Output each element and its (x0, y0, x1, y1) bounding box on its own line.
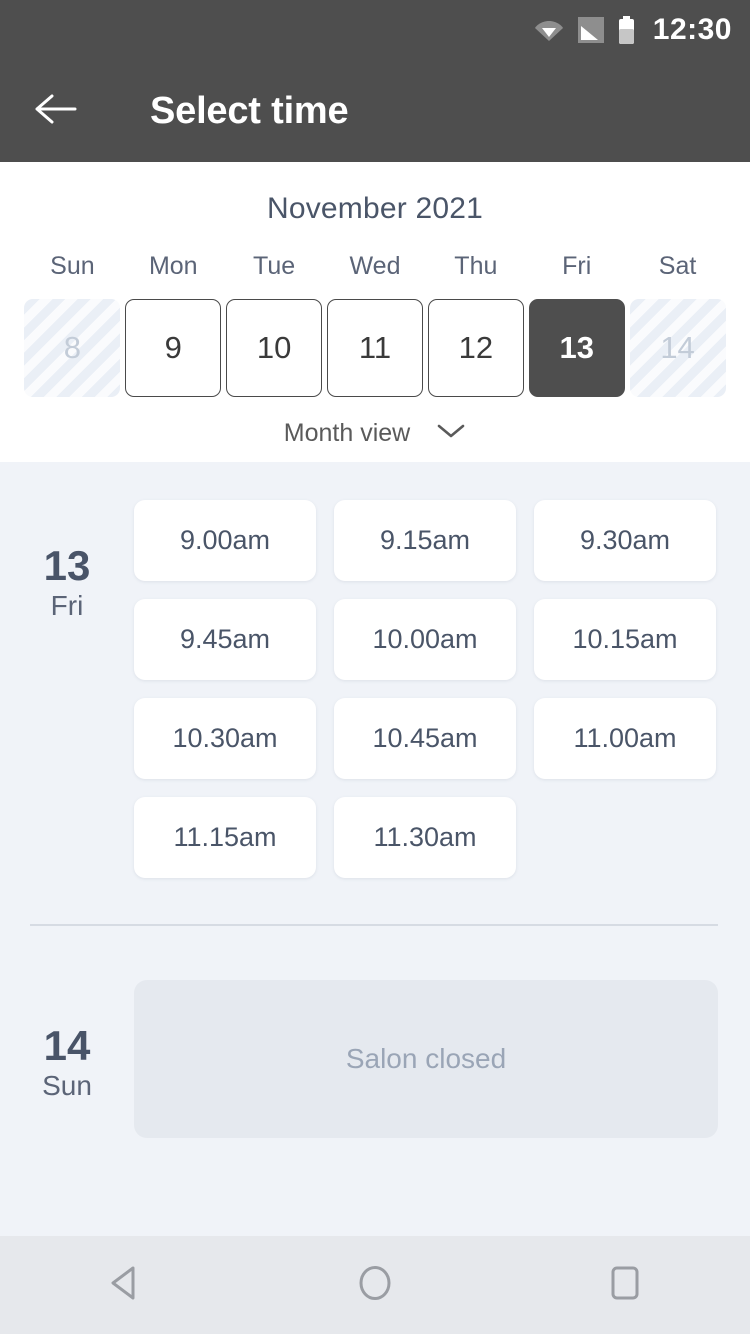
time-slot[interactable]: 9.45am (134, 599, 316, 680)
time-slot[interactable]: 11.15am (134, 797, 316, 878)
calendar-day-9[interactable]: 9 (125, 299, 222, 397)
day-group-14: 14 Sun Salon closed (0, 926, 750, 1138)
calendar-day-11[interactable]: 11 (326, 299, 423, 397)
time-slot[interactable]: 10.30am (134, 698, 316, 779)
nav-home-button[interactable] (320, 1236, 430, 1334)
status-clock: 12:30 (652, 13, 732, 46)
weekday-label: Tue (253, 252, 296, 280)
android-nav-bar (0, 1236, 750, 1334)
nav-back-button[interactable] (70, 1236, 180, 1334)
recents-square-icon (607, 1263, 643, 1308)
app-bar: Select time (0, 60, 750, 162)
day-label-number: 13 (43, 542, 91, 589)
phone-screen: 12:30 Select time November 2021 Sun Mon … (0, 0, 750, 1334)
month-view-toggle[interactable]: Month view (0, 419, 750, 448)
home-circle-icon (355, 1263, 395, 1308)
day-label-weekday: Sun (42, 1070, 92, 1102)
back-button[interactable] (30, 85, 82, 137)
weekday-label: Fri (562, 252, 592, 280)
back-triangle-icon (107, 1264, 143, 1307)
wifi-icon (534, 18, 564, 42)
weekday-label: Sat (658, 252, 697, 280)
day-label-14: 14 Sun (0, 980, 134, 1138)
time-slot[interactable]: 10.00am (334, 599, 516, 680)
weekday-label: Mon (148, 252, 198, 280)
day-label-weekday: Fri (50, 590, 84, 622)
weekday-label: Sun (50, 252, 95, 280)
page-title: Select time (150, 89, 349, 132)
weekday-label: Wed (349, 252, 401, 280)
day-label-13: 13 Fri (0, 500, 134, 878)
time-slot[interactable]: 11.30am (334, 797, 516, 878)
calendar-day-10[interactable]: 10 (226, 299, 323, 397)
weekday-label: Thu (454, 252, 498, 280)
battery-icon (618, 16, 635, 44)
status-bar: 12:30 (0, 0, 750, 60)
salon-closed-card: Salon closed (134, 980, 718, 1138)
month-view-label: Month view (283, 419, 411, 447)
calendar-day-12[interactable]: 12 (427, 299, 524, 397)
time-slot[interactable]: 9.15am (334, 500, 516, 581)
time-slot[interactable]: 9.30am (534, 500, 716, 581)
time-slot[interactable]: 10.45am (334, 698, 516, 779)
nav-recents-button[interactable] (570, 1236, 680, 1334)
back-arrow-icon (35, 93, 77, 130)
time-slot[interactable]: 11.00am (534, 698, 716, 779)
calendar-day-14: 14 (629, 299, 726, 397)
cell-signal-icon (577, 17, 604, 43)
calendar-panel: November 2021 Sun Mon Tue Wed Thu Fri Sa… (0, 162, 750, 462)
calendar-month-title: November 2021 (266, 192, 484, 225)
time-slots-area: 13 Fri 9.00am 9.15am 9.30am 9.45am 10.00… (0, 462, 750, 1236)
day-group-13: 13 Fri 9.00am 9.15am 9.30am 9.45am 10.00… (0, 462, 750, 878)
calendar-day-8: 8 (24, 299, 121, 397)
time-slot[interactable]: 10.15am (534, 599, 716, 680)
calendar-weekday-header: Sun Mon Tue Wed Thu Fri Sat (0, 252, 750, 281)
slot-grid-13: 9.00am 9.15am 9.30am 9.45am 10.00am 10.1… (134, 500, 750, 878)
chevron-down-icon (436, 422, 466, 445)
day-label-number: 14 (43, 1022, 91, 1069)
calendar-day-13[interactable]: 13 (528, 299, 625, 397)
time-slot[interactable]: 9.00am (134, 500, 316, 581)
calendar-day-row: 8 9 10 11 12 13 14 (0, 299, 750, 397)
